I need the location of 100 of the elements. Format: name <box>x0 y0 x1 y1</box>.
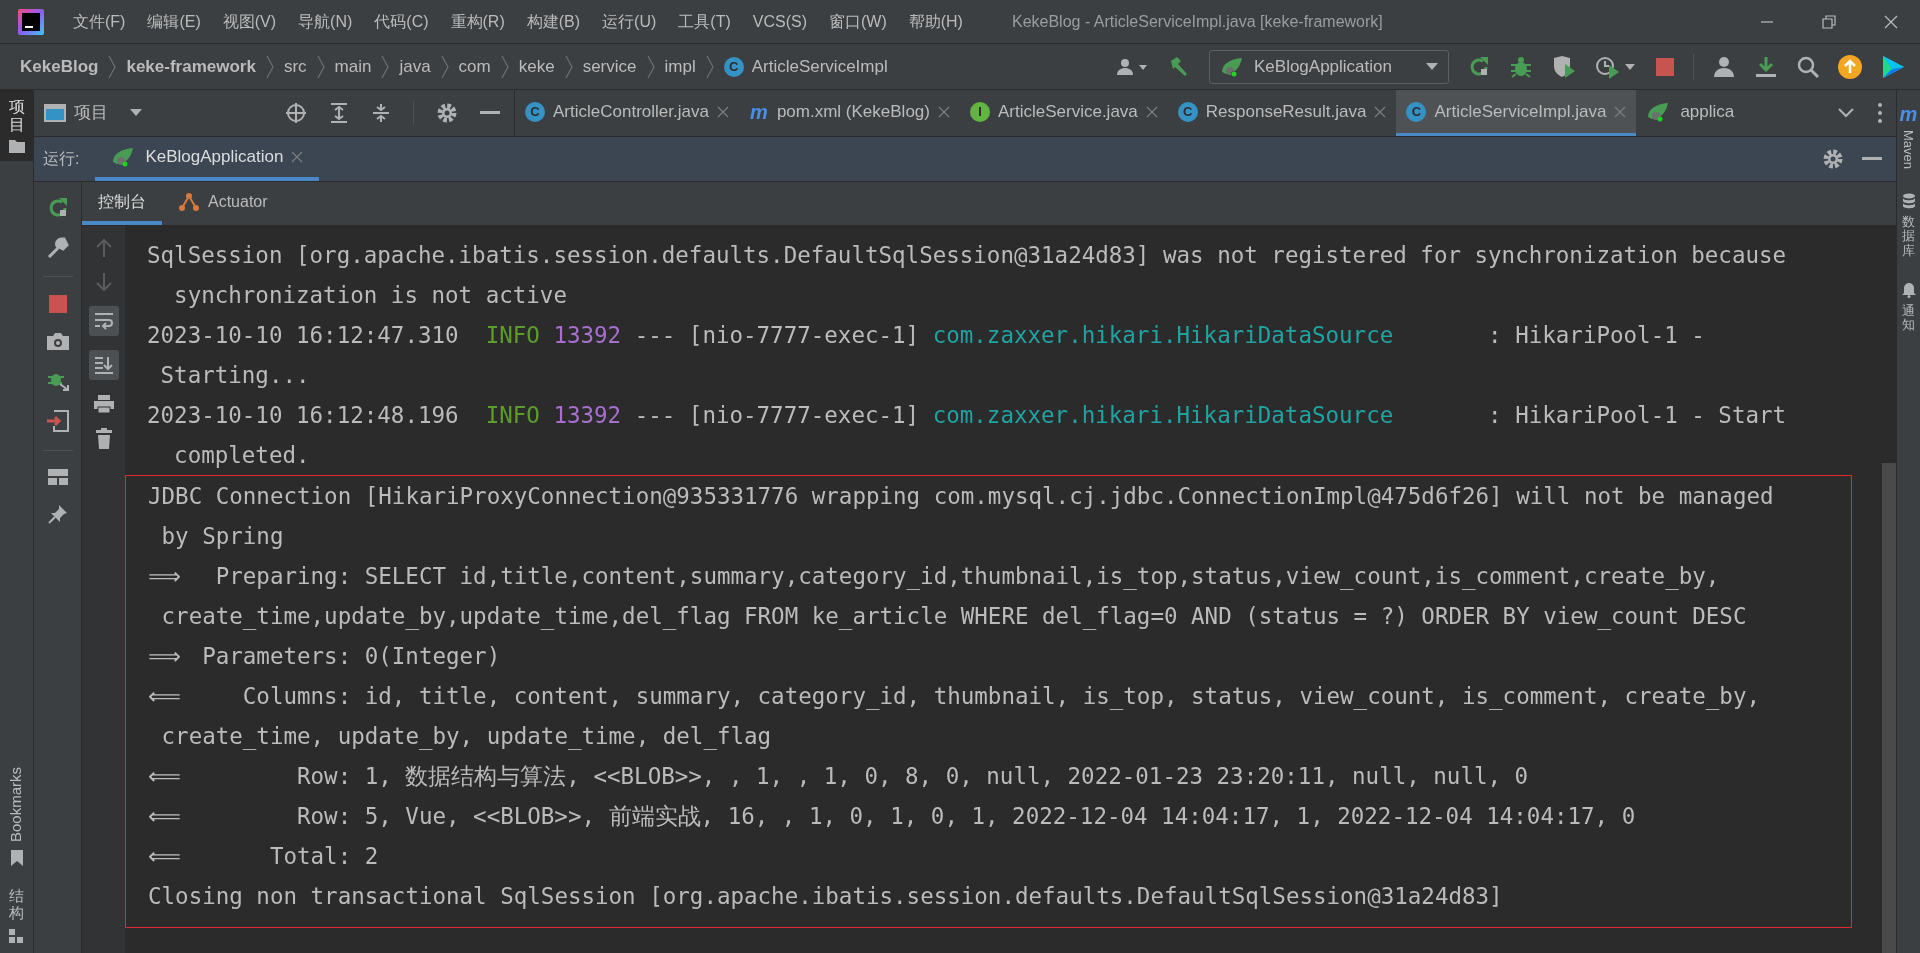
breadcrumb-item[interactable]: keke-framework <box>126 53 256 80</box>
console-tab[interactable]: Actuator <box>162 182 284 225</box>
console-line: SqlSession [org.apache.ibatis.session.defaults.DefaultSqlSession@31a24d83] was not registered for synchronization because <box>146 241 1788 270</box>
tool-window-button[interactable]: 项目 <box>0 90 33 162</box>
stop-icon[interactable] <box>1655 56 1675 77</box>
console-line: ⟸ Columns: id, title, content, summary, category_id, thumbnail, is_top, status, view_count, is_comment, create_by, <box>147 682 1761 712</box>
menu-item[interactable]: 运行(U) <box>591 9 668 34</box>
console-line: ⟸ Row: 1, 数据结构与算法, <<BLOB>>, , 1, , 1, 0, 8, 0, null, 2022-01-23 23:20:11, null, null, 0 <box>147 762 1530 791</box>
editor-tab[interactable]: C ArticleController.java <box>515 90 739 136</box>
console-line: 2023-10-10 16:12:47.310 INFO 13392 --- [nio-7777-exec-1] com.zaxxer.hikari.HikariDataSource : HikariPool-1 - <box>146 321 1706 350</box>
folder-icon <box>8 139 25 154</box>
breadcrumb-item[interactable]: com <box>458 53 491 80</box>
menu-item[interactable]: 代码(C) <box>363 9 440 34</box>
breadcrumb-item[interactable]: ArticleServiceImpl <box>751 53 888 80</box>
console-line: Starting... <box>159 361 311 390</box>
editor-tab[interactable]: C ResponseResult.java <box>1167 90 1397 136</box>
project-panel-title[interactable]: 项目 <box>74 100 108 126</box>
breadcrumb-item[interactable]: main <box>334 53 372 80</box>
stop-icon[interactable] <box>47 294 68 314</box>
editor-tab[interactable]: applica <box>1636 90 1745 136</box>
account-icon[interactable] <box>1712 54 1736 79</box>
tool-window-button[interactable]: 结构 <box>8 888 25 943</box>
chevron-right-icon <box>564 54 573 79</box>
settings-icon[interactable] <box>436 102 458 124</box>
menu-item[interactable]: 重构(R) <box>439 9 516 34</box>
console-line: JDBC Connection [HikariProxyConnection@935331776 wrapping com.mysql.cj.jdbc.ConnectionImpl@475d6f26] will not be managed <box>147 482 1775 511</box>
chevron-down-icon[interactable] <box>1838 108 1854 118</box>
menu-item[interactable]: 编辑(E) <box>136 9 212 34</box>
chevron-right-icon <box>646 54 655 79</box>
close-icon[interactable] <box>937 105 950 118</box>
tool-window-button[interactable]: m Maven <box>1898 104 1919 170</box>
collapse-all-icon[interactable] <box>371 103 391 123</box>
chevron-right-icon <box>440 54 449 79</box>
expand-all-icon[interactable] <box>329 103 349 123</box>
menu-item[interactable]: 帮助(H) <box>897 9 974 34</box>
menu-item[interactable]: 文件(F) <box>62 9 137 34</box>
chevron-right-icon <box>705 54 714 79</box>
console-line: completed. <box>173 441 311 470</box>
console-line: synchronization is not active <box>173 281 568 310</box>
scroll-to-end-button[interactable] <box>88 350 119 380</box>
tool-window-button[interactable]: 通知 <box>1901 281 1916 333</box>
minimize-panel-icon[interactable] <box>480 111 500 115</box>
restore-icon[interactable] <box>1822 14 1836 29</box>
console-line: ⟸ Row: 5, Vue, <<BLOB>>, 前端实战, 16, , 1, 0, 1, 0, 1, 2022-12-04 14:04:17, 1, 2022-12-04 14:04:17, 0 <box>147 802 1637 831</box>
scrollbar-thumb[interactable] <box>1882 463 1896 953</box>
menu-item[interactable]: 视图(V) <box>211 9 288 34</box>
print-icon[interactable] <box>92 394 115 414</box>
menu-item[interactable]: 构建(B) <box>515 9 592 34</box>
console-line: Closing non transactional SqlSession [org.apache.ibatis.session.defaults.DefaultSqlSession@31a24d83] <box>147 882 1504 911</box>
run-label: 运行: <box>43 149 80 169</box>
chevron-right-icon <box>265 54 274 79</box>
tool-window-button[interactable]: Bookmarks <box>5 766 28 866</box>
structure-icon <box>8 929 25 943</box>
close-icon[interactable] <box>1374 105 1387 118</box>
console-line: create_time, update_by, update_time, del_flag <box>160 722 773 752</box>
breadcrumb-item[interactable]: src <box>283 53 307 80</box>
coverage-icon[interactable] <box>1551 54 1577 79</box>
more-icon[interactable] <box>1878 103 1882 123</box>
pin-icon[interactable] <box>46 503 69 525</box>
layout-icon[interactable] <box>46 468 69 486</box>
window-icon <box>44 104 66 122</box>
breadcrumb-item[interactable]: java <box>399 53 431 80</box>
editor-tab[interactable]: m pom.xml (KekeBlog) <box>738 90 960 136</box>
close-icon[interactable] <box>716 105 729 118</box>
actuator-icon <box>178 191 200 212</box>
crosshair-icon[interactable] <box>285 102 307 124</box>
editor-tab[interactable]: C ArticleServiceImpl.java <box>1396 90 1637 136</box>
run-config-dropdown[interactable]: KeBlogApplication <box>1209 49 1449 84</box>
menu-item[interactable]: 窗口(W) <box>817 9 898 34</box>
close-icon[interactable] <box>1884 14 1898 29</box>
close-icon[interactable] <box>1145 105 1158 118</box>
breadcrumb-item[interactable]: impl <box>664 53 696 80</box>
soft-wrap-button[interactable] <box>88 306 119 336</box>
maven-icon: m <box>748 101 769 122</box>
download-icon[interactable] <box>1754 54 1778 79</box>
interface-icon: I <box>969 101 990 122</box>
minimize-panel-icon[interactable] <box>1862 157 1882 161</box>
console-line: ⟸ Total: 2 <box>147 842 380 871</box>
camera-icon[interactable] <box>45 331 70 351</box>
update-icon[interactable] <box>1838 54 1862 79</box>
menu-item[interactable]: 工具(T) <box>667 9 742 34</box>
profile-dropdown-icon[interactable] <box>1595 54 1637 79</box>
breadcrumb-item[interactable]: keke <box>518 53 555 80</box>
breadcrumb-item[interactable]: service <box>582 53 637 80</box>
menu-item[interactable]: 导航(N) <box>287 9 364 34</box>
app-logo-icon[interactable] <box>18 8 44 35</box>
trash-icon[interactable] <box>94 428 113 450</box>
settings-icon[interactable] <box>1822 148 1844 170</box>
caret-icon[interactable] <box>130 109 142 117</box>
tool-window-button[interactable]: 数据库 <box>1901 193 1916 258</box>
console-line: 2023-10-10 16:12:48.196 INFO 13392 --- [nio-7777-exec-1] com.zaxxer.hikari.HikariDataSource : HikariPool-1 - Start <box>146 401 1788 430</box>
breadcrumb-item[interactable]: KekeBlog <box>20 53 99 80</box>
rerun-icon[interactable] <box>1467 54 1491 79</box>
menu-item[interactable]: VCS(S) <box>741 9 818 34</box>
debug-icon[interactable] <box>1509 54 1533 79</box>
exit-icon[interactable] <box>45 409 70 433</box>
toolbox-icon[interactable] <box>1880 53 1906 80</box>
console-line: ⟹ Parameters: 0(Integer) <box>147 642 502 671</box>
search-icon[interactable] <box>1796 54 1820 79</box>
editor-tab[interactable]: I ArticleService.java <box>959 90 1168 136</box>
